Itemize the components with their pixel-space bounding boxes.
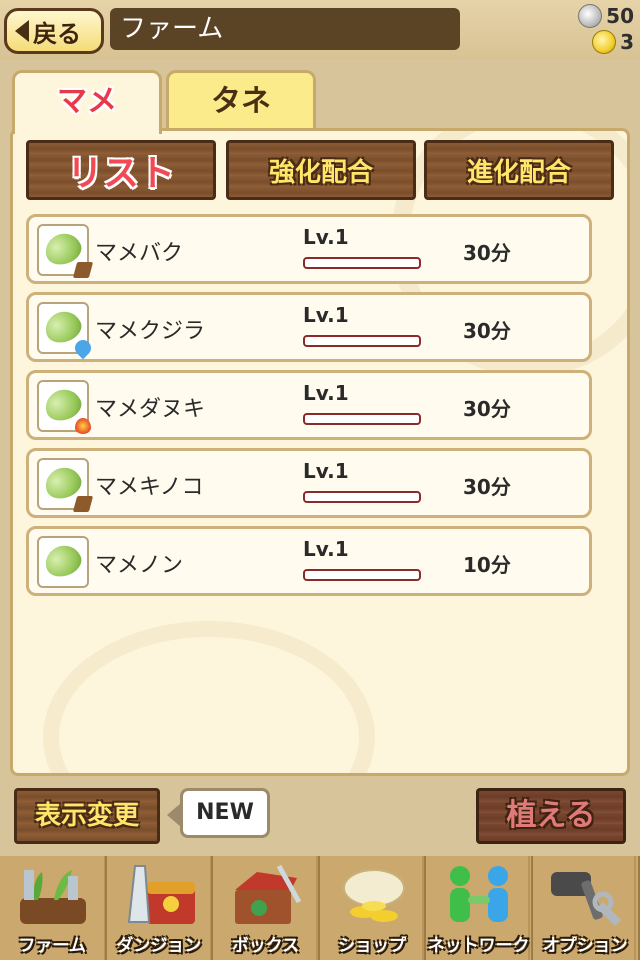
silver-coin-icon — [578, 4, 603, 28]
item-level: Lv.1 — [303, 459, 349, 483]
tab-tane[interactable]: タネ — [166, 70, 316, 132]
list-button[interactable]: リスト — [26, 140, 216, 200]
item-time: 10分 — [463, 553, 511, 577]
back-button-label: 戻る — [33, 19, 81, 48]
wood-icon — [72, 496, 94, 512]
fire-icon — [75, 418, 91, 434]
nav-label: ネットワーク — [427, 936, 530, 956]
nav-item-network[interactable]: ネットワーク — [426, 856, 533, 960]
item-name: マメクジラ — [95, 319, 206, 344]
back-arrow-icon — [15, 20, 29, 42]
item-level: Lv.1 — [303, 381, 349, 405]
plant-button[interactable]: 植える — [476, 788, 626, 844]
bean-thumbnail — [37, 536, 89, 588]
item-time: 30分 — [463, 319, 511, 343]
new-badge: NEW — [167, 788, 270, 838]
enhance-merge-button[interactable]: 強化配合 — [226, 140, 416, 200]
gold-count: 3 — [620, 30, 634, 54]
list-item[interactable]: マメバク Lv.1 30分 — [26, 214, 592, 284]
item-level: Lv.1 — [303, 537, 349, 561]
coin-counter: 50 — [578, 4, 634, 28]
farm-icon — [20, 870, 86, 924]
nav-label: ダンジョン — [116, 936, 202, 956]
bean-thumbnail — [37, 458, 94, 512]
nav-label: ボックス — [231, 936, 300, 956]
bean-thumbnail — [37, 302, 95, 360]
evolve-merge-button[interactable]: 進化配合 — [424, 140, 614, 200]
item-name: マメダヌキ — [95, 397, 206, 422]
shop-icon — [342, 869, 405, 922]
exp-bar — [303, 413, 421, 425]
nav-item-box[interactable]: ボックス — [213, 856, 320, 960]
bean-thumbnail — [37, 224, 94, 278]
gold-bean-icon — [592, 30, 617, 54]
network-icon — [450, 866, 509, 922]
bean-thumbnail — [37, 380, 91, 434]
item-name: マメバク — [95, 241, 184, 266]
nav-label: ショップ — [338, 936, 407, 956]
item-time: 30分 — [463, 475, 511, 499]
exp-bar — [303, 257, 421, 269]
list-item[interactable]: マメクジラ Lv.1 30分 — [26, 292, 592, 362]
list-item[interactable]: マメキノコ Lv.1 30分 — [26, 448, 592, 518]
item-name: マメノン — [95, 553, 184, 578]
bottom-nav: ファーム ダンジョン ボックス ショップ ネットワーク オプション — [0, 856, 640, 960]
bean-icon — [40, 539, 86, 583]
list-item[interactable]: マメノン Lv.1 10分 — [26, 526, 592, 596]
item-time: 30分 — [463, 241, 511, 265]
exp-bar — [303, 569, 421, 581]
page-title: ファーム — [110, 8, 460, 50]
water-drop-icon — [71, 336, 95, 360]
item-level: Lv.1 — [303, 225, 349, 249]
options-icon — [550, 872, 621, 926]
back-button[interactable]: 戻る — [4, 8, 104, 54]
dungeon-icon — [127, 865, 195, 924]
wood-icon — [72, 262, 94, 278]
exp-bar — [303, 335, 421, 347]
exp-bar — [303, 491, 421, 503]
item-time: 30分 — [463, 397, 511, 421]
display-change-button[interactable]: 表示変更 — [14, 788, 160, 844]
nav-item-farm[interactable]: ファーム — [0, 856, 107, 960]
tab-mame[interactable]: マメ — [12, 70, 162, 134]
nav-item-shop[interactable]: ショップ — [320, 856, 427, 960]
header-bar: 戻る ファーム 50 3 — [0, 0, 640, 60]
nav-item-options[interactable]: オプション — [533, 856, 640, 960]
nav-label: オプション — [542, 936, 628, 956]
box-icon — [235, 864, 302, 924]
gold-counter: 3 — [592, 30, 634, 54]
item-level: Lv.1 — [303, 303, 349, 327]
nav-item-dungeon[interactable]: ダンジョン — [107, 856, 214, 960]
background-swirl — [43, 621, 375, 773]
list-item[interactable]: マメダヌキ Lv.1 30分 — [26, 370, 592, 440]
coin-count: 50 — [606, 4, 634, 28]
nav-label: ファーム — [18, 936, 87, 956]
item-name: マメキノコ — [95, 475, 204, 500]
